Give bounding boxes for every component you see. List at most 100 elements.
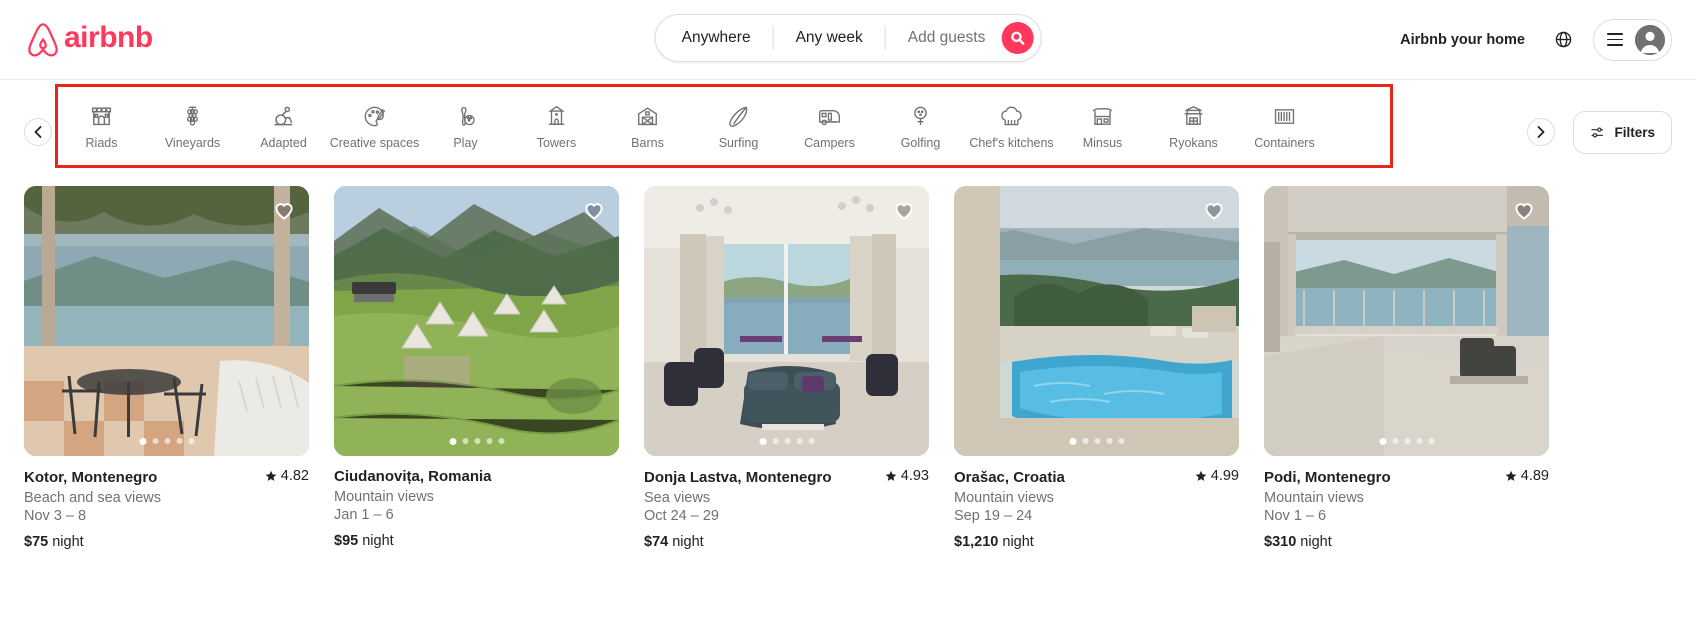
photo-dot[interactable] (462, 438, 468, 444)
photo-dot[interactable] (1428, 438, 1434, 444)
category-label: Containers (1254, 136, 1315, 150)
listing-info: Donja Lastva, Montenegro 4.93 Sea views … (644, 456, 929, 550)
listing-card[interactable]: Orašac, Croatia 4.99 Mountain views Sep … (954, 186, 1239, 550)
airbnb-logo[interactable]: airbnb (26, 22, 153, 58)
listing-dates: Nov 1 – 6 (1264, 508, 1327, 524)
search-location[interactable]: Anywhere (656, 15, 773, 61)
category-list[interactable]: Riads Vineyards Adapted Creative spaces … (56, 95, 1523, 169)
category-item-vineyards[interactable]: Vineyards (147, 103, 238, 158)
photo-dot[interactable] (796, 438, 802, 444)
photo-dots[interactable] (449, 438, 504, 445)
listing-price-amount: $74 (644, 534, 669, 550)
favorite-heart-icon[interactable] (1202, 198, 1226, 222)
categories-prev-button[interactable] (24, 118, 52, 146)
listing-rating: 4.93 (885, 468, 929, 484)
photo-dot[interactable] (1069, 438, 1076, 445)
airbnb-your-home-link[interactable]: Airbnb your home (1386, 20, 1539, 60)
listing-title: Orašac, Croatia (954, 469, 1065, 486)
category-item-creative-spaces[interactable]: Creative spaces (329, 103, 420, 158)
language-globe-button[interactable] (1543, 20, 1583, 60)
search-icon (1010, 31, 1025, 45)
photo-dots[interactable] (1069, 438, 1124, 445)
photo-dot[interactable] (1379, 438, 1386, 445)
green-hillside-camp-photo (334, 186, 619, 456)
listing-card[interactable]: Donja Lastva, Montenegro 4.93 Sea views … (644, 186, 929, 550)
category-item-chefs-kitchens[interactable]: Chef's kitchens (966, 103, 1057, 158)
photo-dot[interactable] (139, 438, 146, 445)
photo-dot[interactable] (164, 438, 170, 444)
bowling-icon (453, 103, 478, 129)
listing-card[interactable]: Ciudanovița, Romania Mountain views Jan … (334, 186, 619, 550)
photo-dot[interactable] (486, 438, 492, 444)
listing-dates: Jan 1 – 6 (334, 507, 394, 523)
listing-card[interactable]: Kotor, Montenegro 4.82 Beach and sea vie… (24, 186, 309, 550)
airbnb-wordmark: airbnb (64, 21, 153, 54)
photo-dot[interactable] (474, 438, 480, 444)
listing-photo[interactable] (954, 186, 1239, 456)
photo-dots[interactable] (759, 438, 814, 445)
listing-title-row: Donja Lastva, Montenegro 4.93 (644, 468, 929, 486)
living-room-with-sea-view-photo (644, 186, 929, 456)
category-label: Towers (536, 136, 577, 150)
search-guests[interactable]: Add guests (886, 15, 1002, 61)
listing-price: $75 night (24, 534, 309, 550)
listing-subtitle: Sea views (644, 490, 711, 506)
listing-info: Orašac, Croatia 4.99 Mountain views Sep … (954, 456, 1239, 550)
listing-price-unit: night (1002, 534, 1034, 550)
photo-dot[interactable] (784, 438, 790, 444)
listing-photo[interactable] (1264, 186, 1549, 456)
listing-card[interactable]: Podi, Montenegro 4.89 Mountain views Nov… (1264, 186, 1549, 550)
categories-next-button[interactable] (1527, 118, 1556, 146)
listing-price: $1,210 night (954, 534, 1239, 550)
user-menu-button[interactable] (1593, 18, 1672, 61)
search-bar[interactable]: Anywhere Any week Add guests (654, 14, 1042, 62)
search-button[interactable] (1001, 22, 1034, 54)
listing-title-row: Kotor, Montenegro 4.82 (24, 468, 309, 486)
favorite-heart-icon[interactable] (1512, 198, 1536, 222)
photo-dot[interactable] (808, 438, 814, 444)
minsu-house-icon (1090, 103, 1115, 129)
search-dates[interactable]: Any week (774, 15, 885, 61)
photo-dot[interactable] (152, 438, 158, 444)
photo-dot[interactable] (1416, 438, 1422, 444)
photo-dot[interactable] (188, 438, 194, 444)
listing-photo[interactable] (24, 186, 309, 456)
photo-dot[interactable] (498, 438, 504, 444)
category-item-adapted[interactable]: Adapted (238, 103, 329, 158)
photo-dot[interactable] (1106, 438, 1112, 444)
photo-dot[interactable] (1392, 438, 1398, 444)
listing-photo[interactable] (644, 186, 929, 456)
category-item-ryokans[interactable]: Ryokans (1148, 103, 1239, 158)
favorite-heart-icon[interactable] (582, 198, 606, 222)
listing-info: Ciudanovița, Romania Mountain views Jan … (334, 456, 619, 549)
photo-dot[interactable] (1118, 438, 1124, 444)
photo-dot[interactable] (1082, 438, 1088, 444)
listing-price-amount: $95 (334, 533, 359, 549)
category-item-golfing[interactable]: Golfing (875, 103, 966, 158)
category-item-minsus[interactable]: Minsus (1057, 103, 1148, 158)
photo-dot[interactable] (759, 438, 766, 445)
photo-dot[interactable] (1094, 438, 1100, 444)
star-icon (1505, 470, 1517, 481)
photo-dot[interactable] (449, 438, 456, 445)
favorite-heart-icon[interactable] (272, 198, 296, 222)
favorite-heart-icon[interactable] (892, 198, 916, 222)
listing-price-unit: night (52, 534, 84, 550)
photo-dot[interactable] (772, 438, 778, 444)
category-item-barns[interactable]: Barns (602, 103, 693, 158)
photo-dots[interactable] (139, 438, 194, 445)
listing-photo[interactable] (334, 186, 619, 456)
photo-dots[interactable] (1379, 438, 1434, 445)
listing-info: Podi, Montenegro 4.89 Mountain views Nov… (1264, 456, 1549, 550)
listing-subtitle: Mountain views (334, 489, 434, 505)
photo-dot[interactable] (1404, 438, 1410, 444)
photo-dot[interactable] (176, 438, 182, 444)
listings-grid: Kotor, Montenegro 4.82 Beach and sea vie… (0, 186, 1696, 550)
category-item-containers[interactable]: Containers (1239, 103, 1330, 158)
category-item-campers[interactable]: Campers (784, 103, 875, 158)
category-item-surfing[interactable]: Surfing (693, 103, 784, 158)
category-item-riads[interactable]: Riads (56, 103, 147, 158)
filters-button[interactable]: Filters (1573, 110, 1672, 154)
category-item-play[interactable]: Play (420, 103, 511, 158)
category-item-towers[interactable]: Towers (511, 103, 602, 158)
